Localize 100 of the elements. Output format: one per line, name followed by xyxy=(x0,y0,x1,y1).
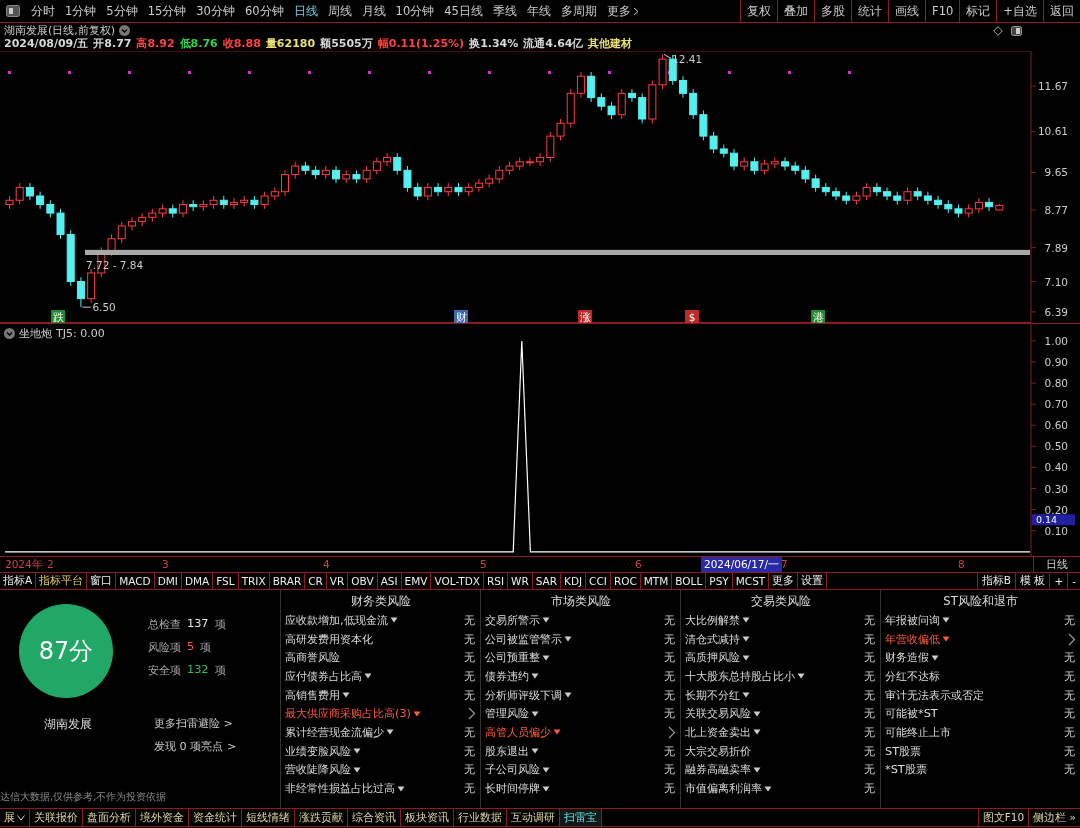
period-tab[interactable]: 15分钟 xyxy=(142,0,192,22)
indicator-tab[interactable]: CCI xyxy=(586,573,611,589)
risk-item[interactable]: 市值偏离利润率 xyxy=(685,781,862,797)
current-value-tag: 0.14 xyxy=(1032,514,1075,526)
risk-item[interactable]: 最大供应商采购占比高(3) xyxy=(285,706,468,722)
risk-item[interactable]: 公司预重整 xyxy=(485,650,662,666)
candlestick xyxy=(485,174,494,188)
status-text: 无 xyxy=(462,762,476,778)
indicator-tab[interactable]: 指标A xyxy=(0,573,37,589)
risk-item[interactable]: 高管人员偏少 xyxy=(485,724,668,740)
indicator-tab[interactable]: VR xyxy=(326,573,349,589)
risk-item[interactable]: 长期不分红 xyxy=(685,687,862,703)
period-tab[interactable]: 月线 xyxy=(356,0,391,22)
event-marker[interactable]: 涨 xyxy=(578,310,592,323)
candlestick xyxy=(678,75,687,99)
risk-item[interactable]: 高研发费用资本化 xyxy=(285,631,462,647)
indicator-tab[interactable]: ASI xyxy=(377,573,402,589)
quote-value: 额5505万 xyxy=(320,37,373,50)
period-tab[interactable]: 更多 xyxy=(601,0,644,22)
candlestick xyxy=(781,156,790,171)
period-tab[interactable]: 多周期 xyxy=(555,0,602,22)
status-text: 无 xyxy=(1062,706,1076,722)
risk-item[interactable]: 高商誉风险 xyxy=(285,650,462,666)
risk-item[interactable]: 债券违约 xyxy=(485,668,662,684)
risk-item[interactable]: 北上资金卖出 xyxy=(685,724,862,740)
indicator-tab[interactable]: VOL-TDX xyxy=(431,573,484,589)
risk-item[interactable]: 交易所警示 xyxy=(485,612,662,628)
axis-tick: 0.70 xyxy=(1044,398,1068,411)
risk-item[interactable]: 可能终止上市 xyxy=(885,724,1062,740)
event-marker[interactable]: 港 xyxy=(811,310,825,323)
candlestick xyxy=(434,182,443,197)
risk-item[interactable]: 十大股东总持股占比小 xyxy=(685,668,862,684)
period-tab[interactable]: 周线 xyxy=(322,0,357,22)
risk-item[interactable]: 财务造假 xyxy=(885,650,1062,666)
risk-item[interactable]: 业绩变脸风险 xyxy=(285,743,462,759)
candlestick xyxy=(587,71,596,103)
indicator-tab[interactable]: 设置 xyxy=(798,573,828,589)
indicator-tab[interactable]: CR xyxy=(305,573,327,589)
period-tab[interactable]: 60分钟 xyxy=(239,0,289,22)
event-marker[interactable]: $ xyxy=(685,310,699,323)
risk-item[interactable]: 关联交易风险 xyxy=(685,706,862,722)
period-tab[interactable]: 季线 xyxy=(487,0,522,22)
risk-item[interactable]: 公司被监管警示 xyxy=(485,631,662,647)
low-price-label: 6.50 xyxy=(92,301,116,314)
indicator-tab[interactable]: TRIX xyxy=(238,573,270,589)
period-tab[interactable]: 日线 xyxy=(288,0,323,22)
panel-toggle-icon[interactable] xyxy=(6,5,20,17)
risk-item[interactable]: *ST股票 xyxy=(885,762,1062,778)
indicator-tab[interactable]: WR xyxy=(508,573,533,589)
period-tab[interactable]: 分时 xyxy=(26,0,60,22)
axis-tick: 0.60 xyxy=(1044,419,1068,432)
risk-item[interactable]: 子公司风险 xyxy=(485,762,662,778)
status-text: 无 xyxy=(862,612,876,628)
risk-item[interactable]: 年报被问询 xyxy=(885,612,1062,628)
risk-item[interactable]: 清仓式减持 xyxy=(685,631,862,647)
period-tab[interactable]: 年线 xyxy=(521,0,556,22)
risk-item[interactable]: 分红不达标 xyxy=(885,668,1062,684)
risk-item[interactable]: 年营收偏低 xyxy=(885,631,1068,647)
risk-item[interactable]: 分析师评级下调 xyxy=(485,687,662,703)
caret-down-icon xyxy=(17,814,25,821)
risk-item[interactable]: 股东退出 xyxy=(485,743,662,759)
status-text: 无 xyxy=(862,650,876,666)
risk-item[interactable]: ST股票 xyxy=(885,743,1062,759)
candlestick xyxy=(76,276,85,308)
period-tab[interactable]: 30分钟 xyxy=(191,0,240,22)
risk-item[interactable]: 大宗交易折价 xyxy=(685,743,862,759)
risk-item[interactable]: 营收陡降风险 xyxy=(285,762,462,778)
status-text: 无 xyxy=(462,687,476,703)
status-text: 无 xyxy=(462,724,476,740)
period-tab[interactable]: 45日线 xyxy=(439,0,488,22)
risk-item[interactable]: 非经常性损益占比过高 xyxy=(285,781,462,797)
risk-item[interactable]: 应收款增加,低现金流 xyxy=(285,612,462,628)
risk-item[interactable]: 审计无法表示或否定 xyxy=(885,687,1062,703)
category-title: 交易类风险 xyxy=(749,593,812,610)
indicator-tab[interactable]: OBV xyxy=(348,573,378,589)
quote-value: 其他建材 xyxy=(588,37,633,50)
risk-item[interactable]: 可能被*ST xyxy=(885,706,1062,722)
highlights-link[interactable]: 发现 0 项亮点 > xyxy=(154,739,280,754)
event-marker[interactable]: 跌 xyxy=(51,310,65,323)
status-text: 无 xyxy=(1062,612,1076,628)
risk-item[interactable]: 大比例解禁 xyxy=(685,612,862,628)
period-tab[interactable]: 10分钟 xyxy=(390,0,440,22)
risk-item[interactable]: 融券高融卖率 xyxy=(685,762,862,778)
quote-value: 幅0.11(1.25%) xyxy=(377,37,465,50)
candlestick xyxy=(883,186,892,201)
risk-item[interactable]: 累计经营现金流偏少 xyxy=(285,724,462,740)
period-tab[interactable]: 1分钟 xyxy=(60,0,102,22)
period-tab[interactable]: 5分钟 xyxy=(101,0,143,22)
more-scan-link[interactable]: 更多扫雷避险 > xyxy=(154,716,280,731)
indicator-tab[interactable]: 更多 xyxy=(769,573,799,589)
risk-item[interactable]: 高销售费用 xyxy=(285,687,462,703)
risk-item[interactable]: 高质押风险 xyxy=(685,650,862,666)
risk-item[interactable]: 长时间停牌 xyxy=(485,781,662,797)
event-marker[interactable]: 财 xyxy=(454,310,468,323)
risk-item[interactable]: 管理风险 xyxy=(485,706,662,722)
candlestick xyxy=(689,88,698,120)
status-text: 无 xyxy=(862,781,876,797)
indicator-tab[interactable]: 指标平台 xyxy=(36,573,88,589)
bottom-tab[interactable]: 扫雷宝 xyxy=(560,809,602,826)
risk-item[interactable]: 应付债券占比高 xyxy=(285,668,462,684)
